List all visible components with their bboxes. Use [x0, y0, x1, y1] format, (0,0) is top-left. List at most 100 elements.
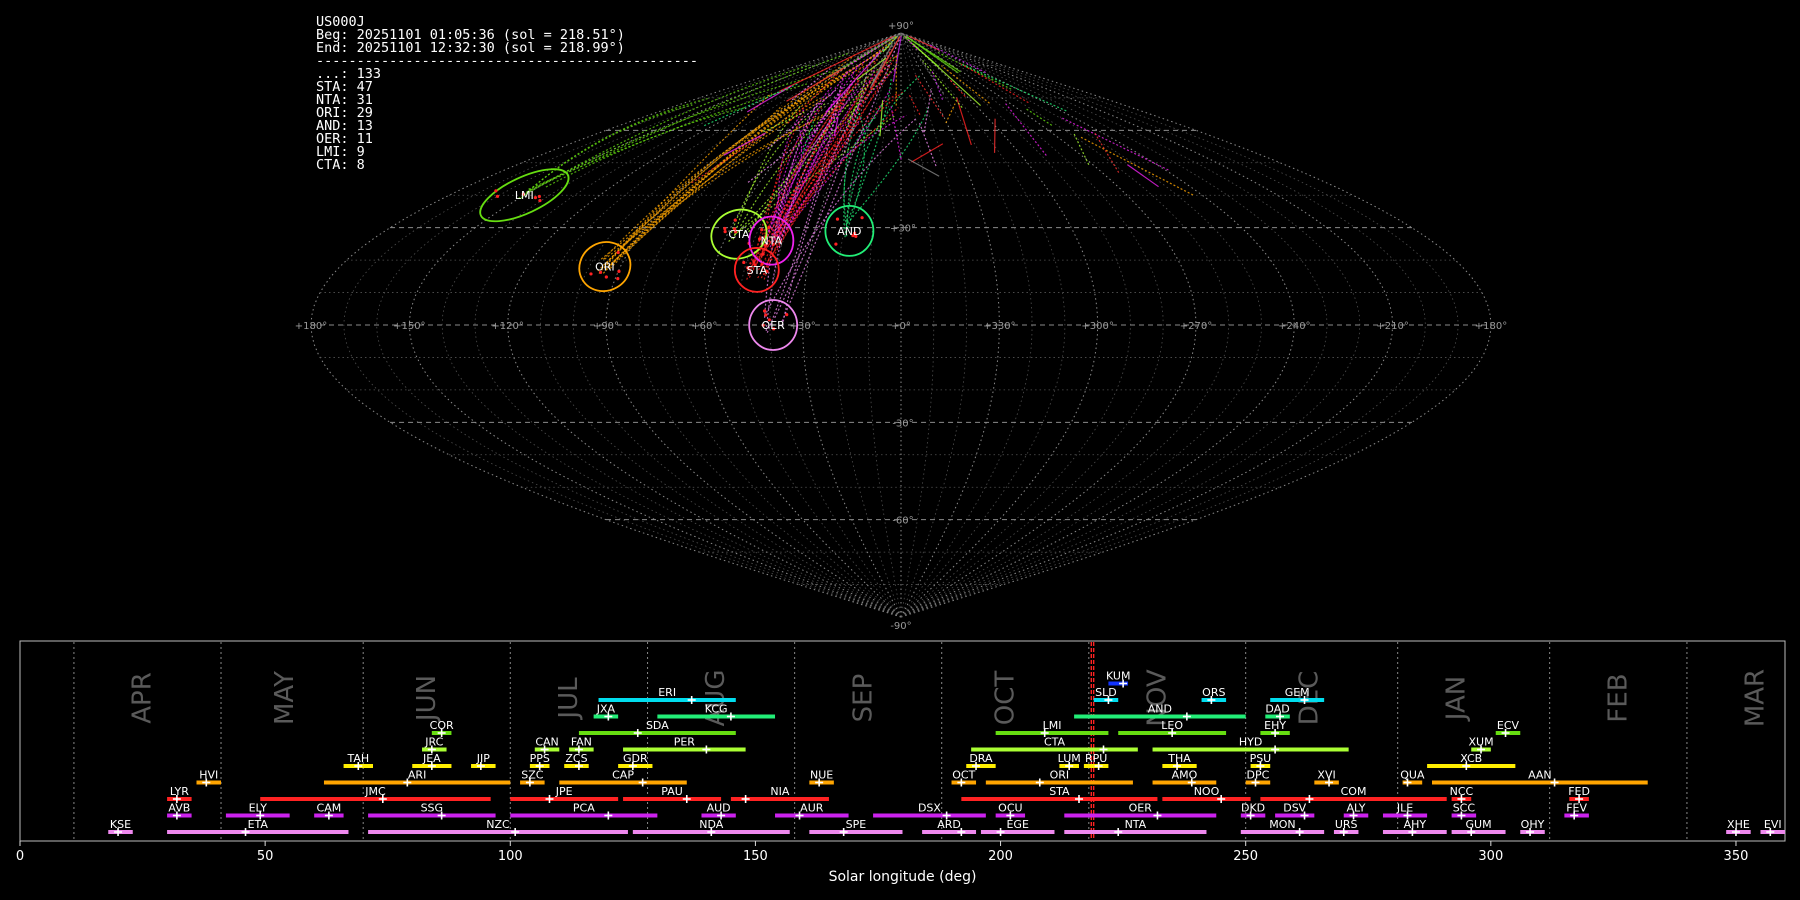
meteor-track [912, 43, 982, 107]
x-tick-label: 200 [988, 849, 1013, 864]
shower-label: LUM [1058, 752, 1081, 765]
radiant-point [733, 218, 737, 222]
month-label: JUN [412, 675, 442, 723]
longitude-label: +150° [393, 321, 425, 332]
shower-label: NUE [810, 769, 833, 782]
x-tick-label: 50 [257, 849, 274, 864]
shower-label: ARD [937, 818, 961, 831]
radiant-label: LMI [515, 189, 534, 202]
radiant-label: AND [837, 225, 861, 238]
shower-label: DAD [1265, 703, 1289, 716]
shower-label: GDR [623, 752, 648, 765]
shower-label: FEV [1566, 802, 1587, 815]
radiant-point [723, 226, 727, 231]
radiant-point [742, 260, 746, 265]
longitude-label: +330° [983, 321, 1015, 332]
radiant-point [495, 194, 500, 198]
shower-label: JPE [555, 785, 573, 798]
shower-label: EGE [1006, 818, 1028, 831]
x-tick-label: 150 [743, 849, 768, 864]
shower-label: HYD [1239, 736, 1262, 749]
radiant-point [538, 198, 542, 203]
shower-label: NCC [1450, 785, 1474, 798]
shower-label: GEM [1285, 686, 1310, 699]
shower-label: JXA [596, 703, 616, 716]
shower-label: OCT [952, 769, 975, 782]
shower-label: AND [1148, 703, 1172, 716]
radiant-point [589, 272, 593, 276]
meteor-track [1079, 135, 1194, 196]
longitude-label: +240° [1278, 321, 1310, 332]
meteor-track [945, 103, 956, 124]
shower-label: CAP [612, 769, 634, 782]
shower-label: DRA [969, 752, 993, 765]
radiant-point [494, 189, 498, 193]
month-label: FEB [1603, 673, 1633, 722]
shower-label: AUR [800, 802, 824, 815]
radiant-point [617, 269, 621, 274]
shower-label: JMC [364, 785, 386, 798]
meteor-track [961, 63, 1067, 112]
shower-label: QUA [1400, 769, 1425, 782]
shower-label: PAU [661, 785, 683, 798]
shower-label: ORS [1202, 686, 1225, 699]
latitude-label: -90° [890, 621, 911, 632]
meteor-track [1004, 101, 1047, 156]
shower-label: ERI [658, 686, 676, 699]
shower-activity-timeline: APRMAYJUNJULAUGSEPOCTNOVDECJANFEBMAR KUM… [16, 640, 1786, 885]
meteor-track [1059, 116, 1169, 171]
meteor-track [774, 67, 898, 241]
month-label: OCT [990, 671, 1020, 726]
x-tick-label: 250 [1233, 849, 1258, 864]
meteor-track [691, 136, 762, 184]
radiant-point [760, 228, 764, 232]
shower-label: JLE [1396, 802, 1413, 815]
shower-label: CAN [535, 736, 558, 749]
shower-label: ELY [249, 802, 268, 815]
shower-label: KSE [110, 818, 131, 831]
shower-label: COM [1341, 785, 1367, 798]
radiant-point [533, 196, 538, 200]
shower-label: CAM [317, 802, 342, 815]
shower-label: ARI [408, 769, 426, 782]
x-tick-label: 300 [1478, 849, 1503, 864]
longitude-label: +60° [691, 321, 717, 332]
radiant-point [616, 250, 620, 255]
meteor-track [993, 118, 996, 153]
shower-count-list: ...: 133 STA: 47 NTA: 31 ORI: 29 AND: 13… [316, 66, 381, 173]
radiant-point [835, 217, 840, 221]
month-label: MAR [1741, 669, 1771, 727]
radiant-point [537, 194, 541, 199]
shower-label: NDA [699, 818, 724, 831]
shower-label: DPC [1247, 769, 1270, 782]
shower-label: XVI [1317, 769, 1335, 782]
shower-label: PCA [573, 802, 595, 815]
shower-label: THA [1167, 752, 1191, 765]
shower-label: STA [1049, 785, 1070, 798]
shower-label: OHY [1521, 818, 1545, 831]
shower-label: CTA [1044, 736, 1066, 749]
shower-label: DSV [1283, 802, 1306, 815]
shower-label: AMO [1172, 769, 1198, 782]
radiant-point [767, 225, 771, 230]
shower-label: ETA [248, 818, 269, 831]
longitude-label: +180° [295, 321, 327, 332]
month-label: APR [128, 672, 158, 724]
shower-label: HVI [199, 769, 218, 782]
shower-label: SCC [1453, 802, 1476, 815]
observation-info: US000J Beg: 20251101 01:05:36 (sol = 218… [316, 15, 698, 173]
shower-label: SLD [1095, 686, 1117, 699]
latitude-label: +90° [888, 21, 914, 32]
x-tick-label: 0 [16, 849, 24, 864]
shower-label: AHY [1404, 818, 1427, 831]
shower-count: CTA: 8 [316, 157, 365, 173]
shower-label: PSU [1250, 752, 1272, 765]
shower-label: ECV [1497, 719, 1520, 732]
shower-label: OCU [998, 802, 1022, 815]
meteor-track [931, 71, 944, 100]
meteor-track [779, 35, 895, 92]
shower-label: EVI [1764, 818, 1782, 831]
shower-label: ALY [1347, 802, 1366, 815]
radiant-sky-map: +180° +150° +120° +90° +60° +30° +0° +330° +300°… [295, 21, 1507, 632]
longitude-label: +120° [491, 321, 523, 332]
